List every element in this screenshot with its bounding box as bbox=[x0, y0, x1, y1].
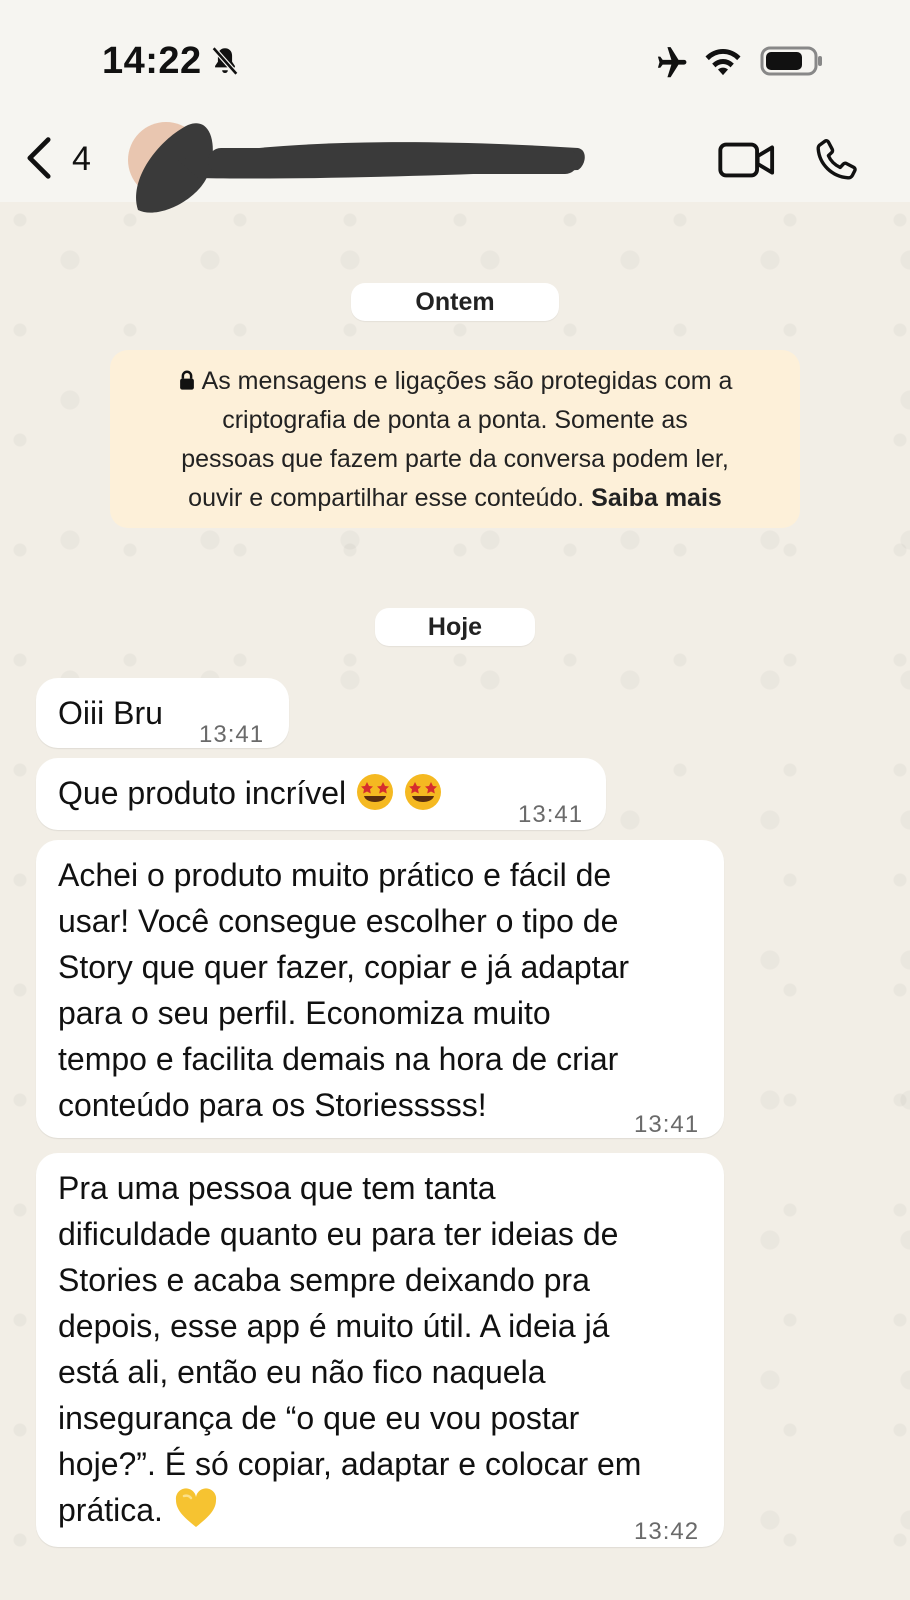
redacted-contact-name[interactable] bbox=[118, 120, 598, 230]
chevron-left-icon[interactable] bbox=[24, 136, 54, 180]
chat-header: 4 bbox=[0, 120, 910, 213]
learn-more-link[interactable]: Saiba mais bbox=[591, 484, 722, 512]
message-bubble[interactable]: Que produto incrível 13:41 bbox=[36, 758, 606, 830]
message-time: 13:41 bbox=[634, 1111, 700, 1138]
airplane-icon bbox=[657, 47, 687, 78]
star-struck-icon bbox=[405, 774, 442, 810]
wifi-icon bbox=[705, 49, 741, 76]
back-unread-count[interactable]: 4 bbox=[72, 140, 91, 179]
encryption-notice-line-3: pessoas que fazem parte da conversa pode… bbox=[181, 445, 729, 473]
status-time: 14:22 bbox=[102, 40, 202, 82]
video-call-icon[interactable] bbox=[718, 140, 776, 180]
lock-icon bbox=[179, 370, 194, 390]
encryption-notice-line-1: As mensagens e ligações são protegidas c… bbox=[124, 362, 786, 401]
star-struck-icon bbox=[357, 774, 394, 810]
message-bubble[interactable]: Pra uma pessoa que tem tanta dificuldade… bbox=[36, 1153, 724, 1547]
encryption-notice[interactable]: As mensagens e ligações são protegidas c… bbox=[110, 350, 800, 528]
message-text: Oiii Bru bbox=[58, 695, 163, 731]
yellow-heart-icon bbox=[175, 1488, 216, 1527]
message-text: Achei o produto muito prático e fácil de… bbox=[58, 857, 630, 1123]
date-separator-today: Hoje bbox=[375, 608, 535, 646]
message-bubble[interactable]: Oiii Bru 13:41 bbox=[36, 678, 289, 748]
status-bar: 14:22 bbox=[0, 0, 910, 120]
message-time: 13:41 bbox=[199, 721, 265, 748]
message-bubble[interactable]: Achei o produto muito prático e fácil de… bbox=[36, 840, 724, 1138]
bell-slash-icon bbox=[211, 46, 239, 76]
message-text: Que produto incrível bbox=[58, 770, 447, 816]
message-time: 13:42 bbox=[634, 1518, 700, 1545]
battery-icon bbox=[760, 46, 822, 76]
message-text: Pra uma pessoa que tem tanta dificuldade… bbox=[58, 1170, 642, 1528]
phone-call-icon[interactable] bbox=[812, 136, 860, 184]
encryption-notice-line-2: criptografia de ponta a ponta. Somente a… bbox=[222, 406, 688, 434]
date-separator-yesterday: Ontem bbox=[351, 283, 559, 321]
encryption-notice-line-4: ouvir e compartilhar esse conteúdo. Saib… bbox=[188, 484, 722, 512]
message-time: 13:41 bbox=[518, 801, 584, 828]
